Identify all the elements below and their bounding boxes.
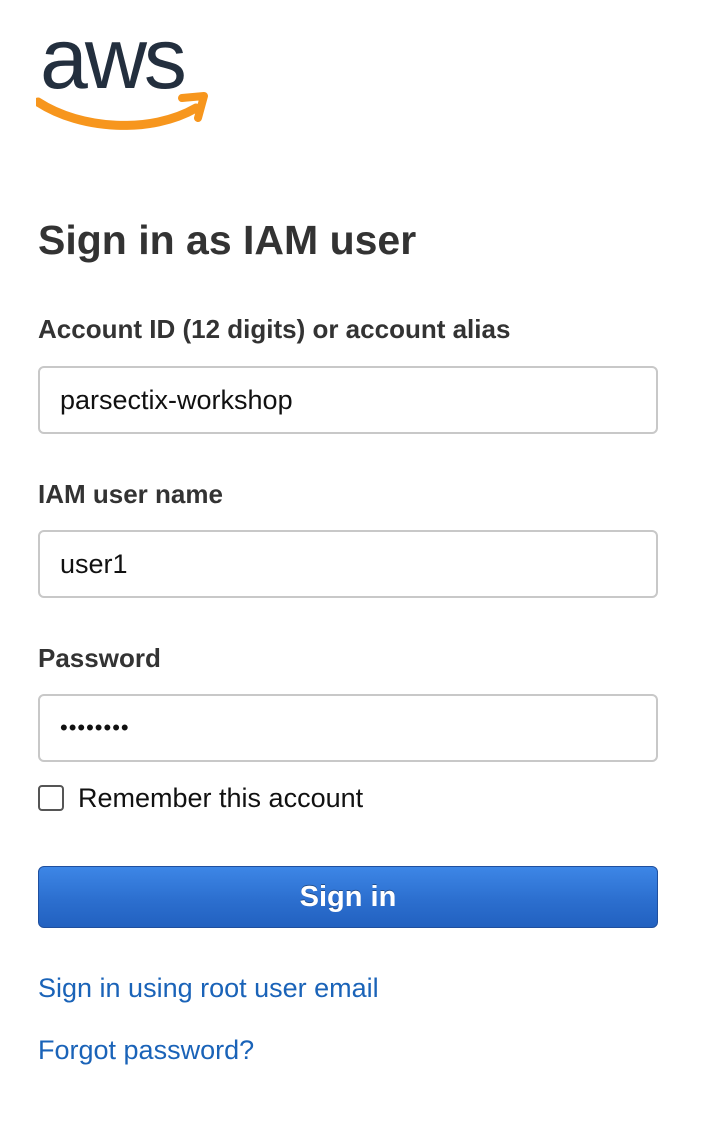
- account-id-label: Account ID (12 digits) or account alias: [38, 314, 511, 344]
- password-label: Password: [38, 643, 161, 673]
- remember-account-checkbox[interactable]: [38, 785, 64, 811]
- root-user-signin-link[interactable]: Sign in using root user email: [38, 973, 379, 1004]
- account-id-input[interactable]: [38, 366, 658, 434]
- remember-account-label[interactable]: Remember this account: [78, 783, 363, 814]
- username-label: IAM user name: [38, 479, 223, 509]
- sign-in-button[interactable]: Sign in: [38, 866, 658, 928]
- aws-smile-icon: [36, 92, 208, 130]
- page-title: Sign in as IAM user: [38, 217, 417, 263]
- aws-logo: aws: [36, 16, 208, 140]
- remember-account-row[interactable]: Remember this account: [38, 782, 363, 814]
- username-input[interactable]: [38, 530, 658, 598]
- password-input[interactable]: [38, 694, 658, 762]
- forgot-password-link[interactable]: Forgot password?: [38, 1035, 254, 1066]
